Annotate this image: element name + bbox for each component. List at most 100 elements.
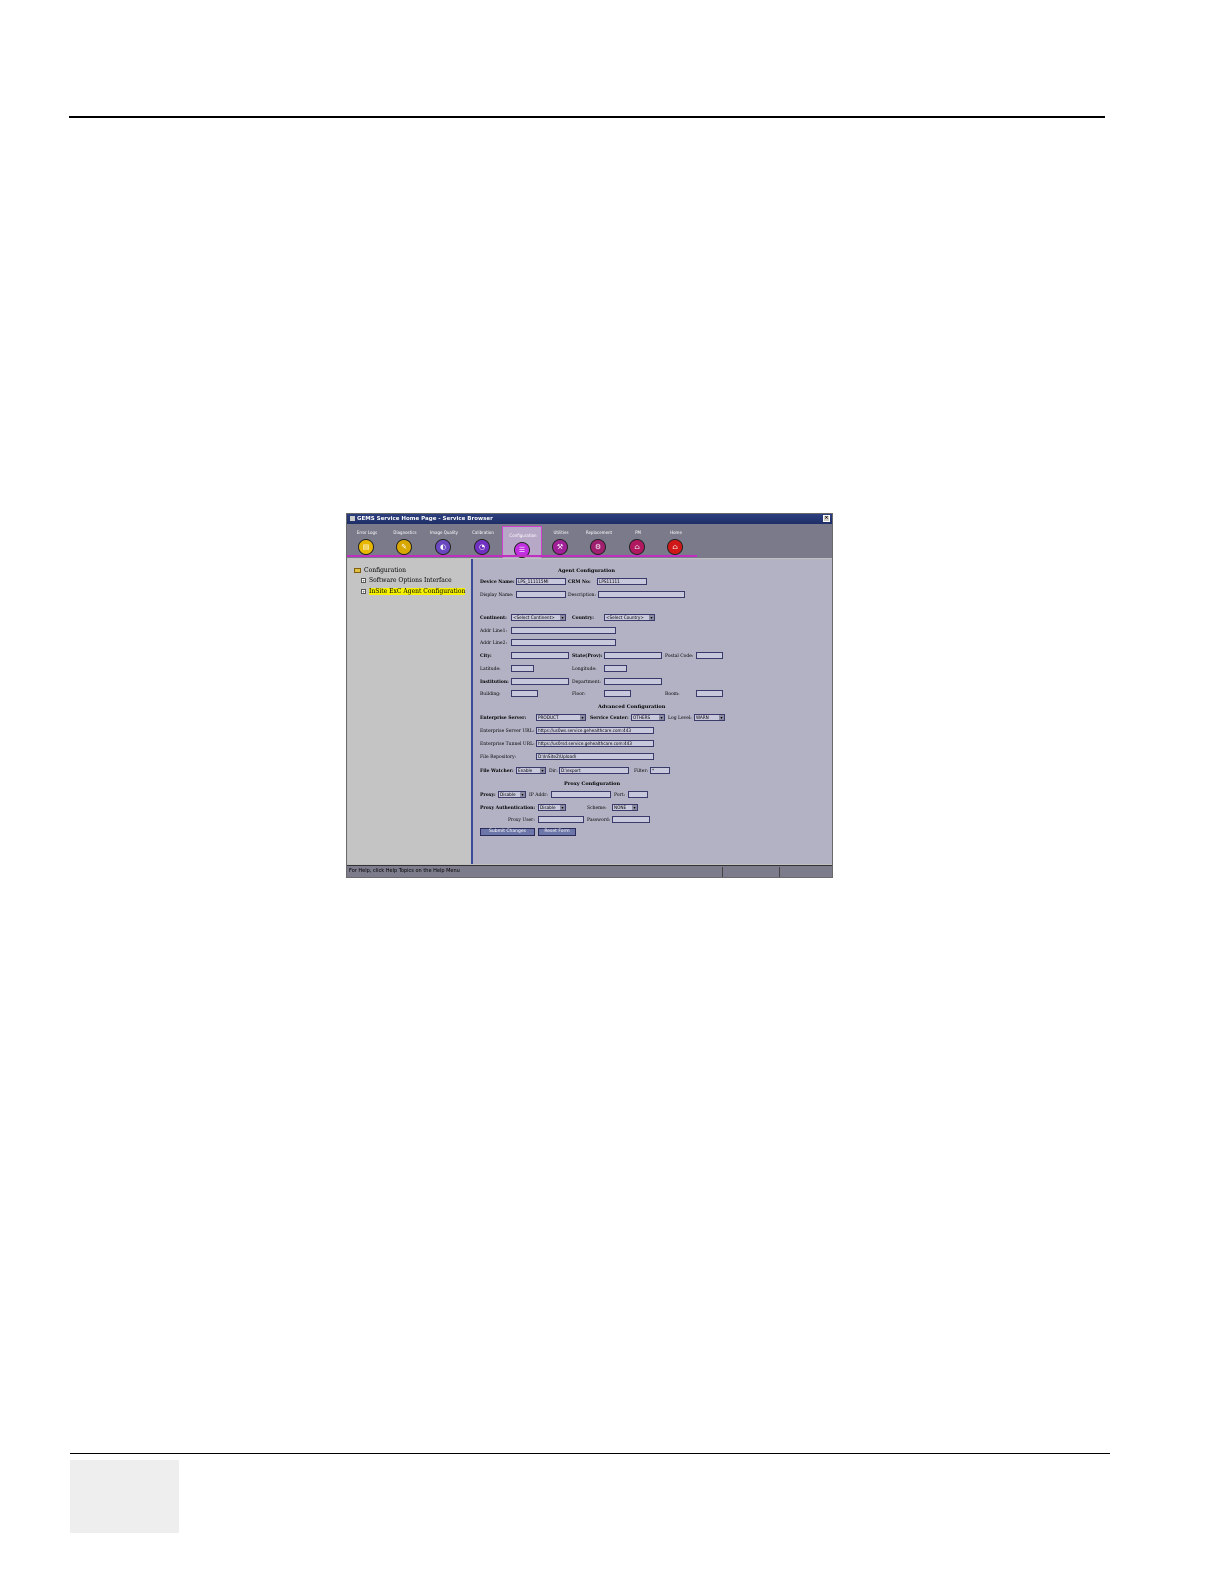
chevron-down-icon: ▾: [649, 615, 654, 620]
device-name-input[interactable]: LPS_111115MI: [516, 578, 566, 585]
proxy-user-label: Proxy User:: [508, 818, 535, 823]
longitude-label: Longitude:: [572, 667, 597, 672]
display-name-label: Display Name:: [480, 593, 514, 598]
chevron-down-icon: ▾: [719, 715, 724, 720]
postal-code-input[interactable]: [696, 652, 723, 659]
service-browser-window: GEMS Service Home Page - Service Browser…: [346, 513, 833, 878]
floor-input[interactable]: [604, 690, 631, 697]
toolbar-button-error-logs[interactable]: Error Logs ▤: [347, 524, 387, 557]
institution-input[interactable]: [511, 678, 569, 685]
close-icon[interactable]: ×: [823, 515, 830, 522]
device-name-label: Device Name:: [480, 580, 515, 585]
continent-value: <Select Continent>: [513, 615, 555, 620]
footer-page-box: [70, 1460, 179, 1533]
status-bar: For Help, click Help Topics on the Help …: [347, 865, 832, 877]
dir-label: Dir:: [549, 769, 558, 774]
expand-icon[interactable]: +: [361, 589, 366, 594]
addr1-input[interactable]: [511, 627, 616, 634]
toolbar-button-label: Configuration: [509, 533, 537, 538]
chevron-down-icon: ▾: [659, 715, 664, 720]
toolbar-button-label: Error Logs: [356, 530, 378, 535]
department-input[interactable]: [604, 678, 662, 685]
submit-changes-button[interactable]: Submit Changes: [480, 828, 535, 836]
es-url-label: Enterprise Server URL:: [480, 729, 535, 734]
city-input[interactable]: [511, 652, 569, 659]
log-level-value: WARN: [696, 715, 709, 720]
toolbar-button-utilities[interactable]: Utilities ⚒: [541, 524, 581, 557]
port-input[interactable]: [628, 791, 648, 798]
proxy-user-input[interactable]: [538, 816, 584, 823]
toolbar-button-label: Image Quality: [429, 530, 459, 535]
dir-input[interactable]: D:\export: [559, 767, 629, 774]
tree-item-label: InSite ExC Agent Configuration: [369, 588, 466, 595]
enterprise-server-label: Enterprise Server:: [480, 716, 527, 721]
country-value: <Select Country>: [606, 615, 644, 620]
file-repository-input[interactable]: D:\InSite2\Upload\: [536, 753, 654, 760]
ip-addr-input[interactable]: [551, 791, 611, 798]
chevron-down-icon: ▾: [560, 615, 565, 620]
calibration-icon: ◔: [474, 539, 490, 555]
expand-icon[interactable]: +: [361, 578, 366, 583]
es-url-input[interactable]: https://us0ws.service.gehealthcare.com:4…: [536, 727, 654, 734]
toolbar-button-diagnostics[interactable]: Diagnostics ✎: [385, 524, 425, 557]
latitude-input[interactable]: [511, 665, 534, 672]
filter-input[interactable]: *: [650, 767, 670, 774]
file-watcher-select[interactable]: Enable ▾: [516, 767, 546, 774]
tree-root-configuration[interactable]: Configuration: [354, 567, 406, 574]
proxy-select[interactable]: Disable ▾: [498, 791, 526, 798]
state-input[interactable]: [604, 652, 662, 659]
toolbar: Error Logs ▤ Diagnostics ✎ Image Quality ◐ Cal…: [347, 524, 832, 558]
replacement-icon: ⚙: [590, 539, 606, 555]
description-input[interactable]: [598, 591, 685, 598]
window-title: GEMS Service Home Page - Service Browser: [357, 516, 493, 522]
window-icon: [350, 516, 355, 521]
floor-label: Floor:: [572, 692, 586, 697]
department-label: Department:: [572, 680, 601, 685]
reset-form-button[interactable]: Reset Form: [538, 828, 576, 836]
addr2-input[interactable]: [511, 639, 616, 646]
password-input[interactable]: [612, 816, 650, 823]
scheme-value: NONE: [614, 805, 627, 810]
log-level-select[interactable]: WARN ▾: [694, 714, 725, 721]
enterprise-server-select[interactable]: PRODUCT ▾: [536, 714, 586, 721]
toolbar-button-replacement[interactable]: Replacement ⚙: [579, 524, 619, 557]
room-label: Room:: [665, 692, 680, 697]
toolbar-button-home[interactable]: Home ⌂: [656, 524, 696, 557]
password-label: Password:: [587, 818, 611, 823]
toolbar-underline: [347, 555, 697, 557]
chevron-down-icon: ▾: [632, 805, 637, 810]
room-input[interactable]: [696, 690, 723, 697]
toolbar-button-label: Calibration: [472, 530, 494, 535]
latitude-label: Latitude:: [480, 667, 501, 672]
longitude-input[interactable]: [604, 665, 627, 672]
file-repository-label: File Repository:: [480, 755, 517, 760]
service-center-select[interactable]: OTHERS ▾: [631, 714, 665, 721]
scheme-select[interactable]: NONE ▾: [612, 804, 638, 811]
status-text: For Help, click Help Topics on the Help …: [349, 868, 460, 874]
toolbar-button-image-quality[interactable]: Image Quality ◐: [424, 524, 464, 557]
toolbar-button-pm[interactable]: PM ⌂: [618, 524, 658, 557]
country-label: Country:: [572, 616, 594, 621]
toolbar-button-calibration[interactable]: Calibration ◔: [463, 524, 503, 557]
et-url-input[interactable]: https://us0rsd.service.gehealthcare.com:…: [536, 740, 654, 747]
navigation-tree-pane: Configuration + Software Options Interfac…: [348, 559, 471, 864]
ip-addr-label: IP Addr:: [529, 793, 548, 798]
tree-item-insite-agent[interactable]: + InSite ExC Agent Configuration: [361, 588, 466, 595]
et-url-label: Enterprise Tunnel URL:: [480, 742, 535, 747]
enterprise-server-value: PRODUCT: [538, 715, 559, 720]
crm-input[interactable]: LPS11111: [597, 578, 647, 585]
tree-item-software-options[interactable]: + Software Options Interface: [361, 577, 452, 584]
diagnostics-icon: ✎: [396, 539, 412, 555]
toolbar-button-configuration[interactable]: Configuration ☰: [502, 526, 542, 558]
tree-item-label: Software Options Interface: [369, 577, 452, 584]
display-name-input[interactable]: [516, 591, 566, 598]
building-input[interactable]: [511, 690, 538, 697]
country-select[interactable]: <Select Country> ▾: [604, 614, 655, 621]
folder-icon: [354, 568, 361, 573]
image-quality-icon: ◐: [435, 539, 451, 555]
proxy-value: Disable: [500, 792, 516, 797]
continent-select[interactable]: <Select Continent> ▾: [511, 614, 566, 621]
home-icon: ⌂: [667, 539, 683, 555]
status-divider: [779, 867, 780, 877]
proxy-auth-select[interactable]: Disable ▾: [538, 804, 566, 811]
